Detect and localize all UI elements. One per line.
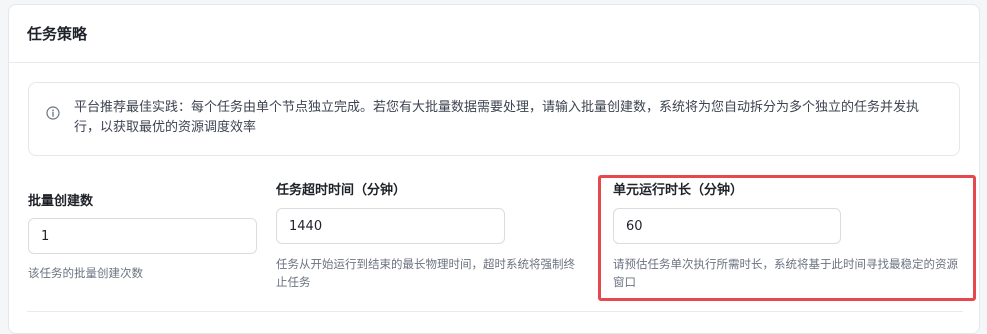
divider — [27, 311, 963, 312]
alert-text: 平台推荐最佳实践：每个任务由单个节点独立完成。若您有大批量数据需要处理，请输入批… — [74, 100, 920, 135]
section-title: 任务策略 — [27, 25, 88, 43]
timeout-field: 任务超时时间（分钟） 任务从开始运行到结束的最长物理时间，超时系统将强制终止任务 — [276, 180, 576, 300]
info-alert: 平台推荐最佳实践：每个任务由单个节点独立完成。若您有大批量数据需要处理，请输入批… — [28, 82, 960, 156]
task-strategy-card: 任务策略 平台推荐最佳实践：每个任务由单个节点独立完成。若您有大批量数据需要处理… — [8, 4, 980, 334]
card-header: 任务策略 — [9, 5, 979, 63]
timeout-help: 任务从开始运行到结束的最长物理时间，超时系统将强制终止任务 — [276, 257, 575, 289]
batch-count-field: 批量创建数 该任务的批量创建次数 — [28, 191, 258, 291]
highlight-annotation — [598, 175, 976, 301]
timeout-label: 任务超时时间（分钟） — [276, 183, 407, 198]
timeout-input[interactable] — [276, 208, 505, 244]
batch-count-input[interactable] — [28, 218, 257, 254]
info-icon — [46, 106, 60, 120]
batch-count-label: 批量创建数 — [28, 194, 94, 209]
batch-count-help: 该任务的批量创建次数 — [28, 266, 143, 280]
